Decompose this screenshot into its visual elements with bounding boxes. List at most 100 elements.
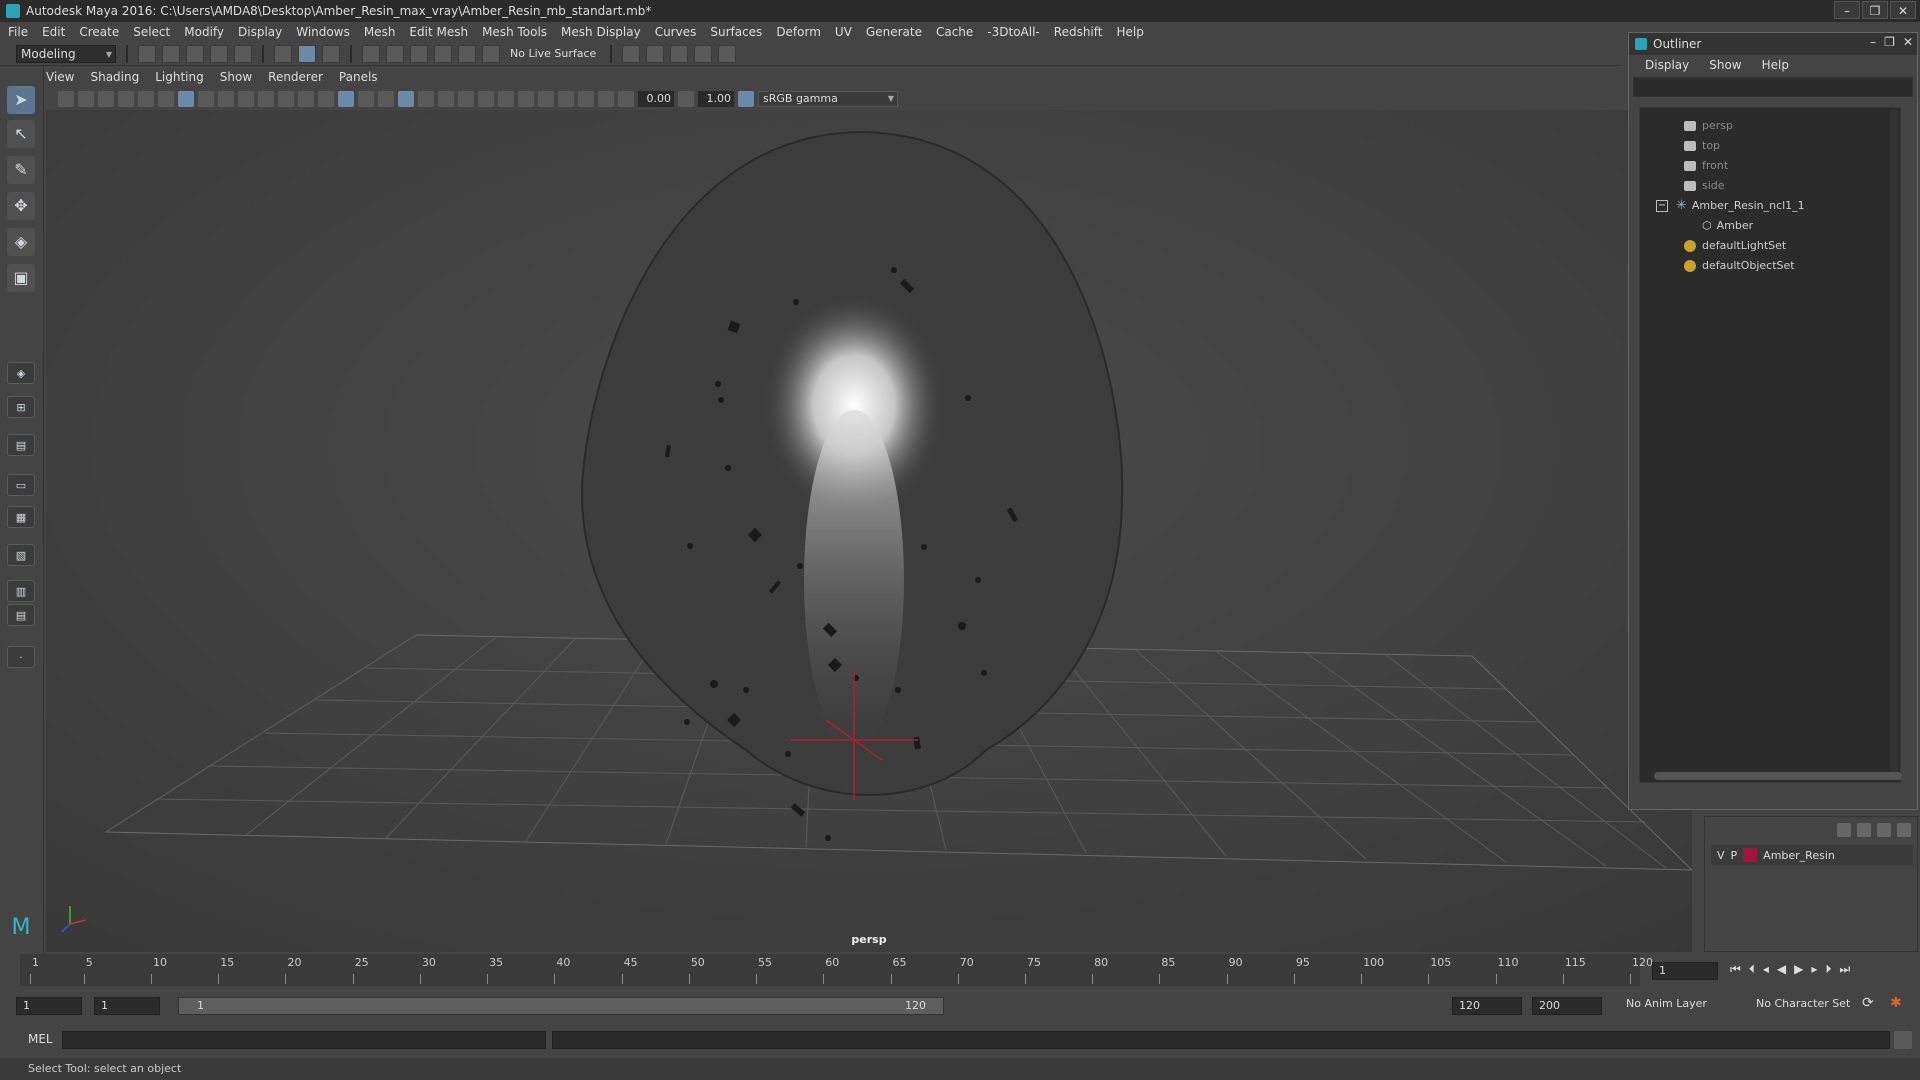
xray-icon[interactable] [558,91,574,107]
motion-blur-icon[interactable] [478,91,494,107]
menu-select[interactable]: Select [133,25,170,39]
menu-modify[interactable]: Modify [184,25,224,39]
outliner-horizontal-scrollbar[interactable] [1654,772,1902,780]
menu-file[interactable]: File [8,25,28,39]
outliner-item-top[interactable]: top [1684,136,1720,156]
render-settings-icon[interactable] [694,44,713,63]
outliner-title-bar[interactable]: Outliner – ❐ ✕ [1629,33,1917,55]
default-material-icon[interactable] [358,91,374,107]
current-frame-field[interactable]: 1 [1652,962,1718,980]
outliner-item-side[interactable]: side [1684,176,1725,196]
render-frame-icon[interactable] [646,44,665,63]
snap-view-plane-icon[interactable] [434,44,452,63]
menu-mesh-tools[interactable]: Mesh Tools [482,25,547,39]
menu-mesh[interactable]: Mesh [364,25,396,39]
panel-menu-panels[interactable]: Panels [339,70,378,88]
play-forward-icon[interactable]: ▶ [1794,962,1803,977]
use-lights-icon[interactable] [418,91,434,107]
ambient-occlusion-icon[interactable] [458,91,474,107]
layer-visibility-toggle[interactable]: V [1717,849,1725,862]
wireframe-icon[interactable] [318,91,334,107]
go-to-start-icon[interactable]: ⏮ [1730,962,1741,977]
outliner-item-default-object-set[interactable]: defaultObjectSet [1684,256,1795,276]
four-view-layout-icon[interactable]: ⊞ [7,396,35,418]
playback-end-field[interactable]: 120 [1452,997,1522,1015]
select-tool-icon[interactable]: ➤ [7,86,35,114]
safe-action-icon[interactable] [278,91,294,107]
image-plane-icon[interactable] [118,91,134,107]
animation-start-field[interactable]: 1 [16,997,82,1015]
bookmark-icon[interactable] [98,91,114,107]
outliner-item-front[interactable]: front [1684,156,1728,176]
snap-curve-icon[interactable] [386,44,404,63]
wireframe-on-shaded-icon[interactable] [378,91,394,107]
play-backward-icon[interactable]: ◀ [1777,962,1786,977]
collapse-toggle[interactable]: − [1656,200,1668,212]
move-layer-down-icon[interactable] [1857,823,1871,837]
gamma-icon[interactable] [678,91,694,107]
layer-row-amber-resin[interactable]: V P Amber_Resin [1711,845,1913,865]
outliner-menu-show[interactable]: Show [1709,58,1741,72]
menu-edit[interactable]: Edit [42,25,65,39]
close-button[interactable]: ✕ [1890,1,1916,19]
save-scene-icon[interactable] [186,44,204,63]
step-forward-key-icon[interactable]: ⏵ [1825,962,1831,977]
gamma-field[interactable]: 1.00 [698,91,734,107]
field-chart-icon[interactable] [258,91,274,107]
menu-3dtoall[interactable]: -3DtoAll- [987,25,1039,39]
range-slider[interactable]: 1 120 [178,997,944,1015]
animation-preferences-icon[interactable]: ✱ [1890,995,1902,1011]
step-back-key-icon[interactable]: ⏴ [1749,962,1755,977]
film-gate-icon[interactable] [198,91,214,107]
outliner-menu-help[interactable]: Help [1762,58,1789,72]
script-editor-icon[interactable] [1894,1031,1912,1049]
new-layer-selected-icon[interactable] [1897,823,1911,837]
time-slider[interactable]: 1 5 10 15 20 25 30 35 40 45 50 55 60 65 70 75 80 85 90 95 10… [20,954,1653,986]
menu-help[interactable]: Help [1116,25,1143,39]
redo-icon[interactable] [234,44,252,63]
panel-menu-lighting[interactable]: Lighting [155,70,204,88]
menu-redshift[interactable]: Redshift [1054,25,1103,39]
menu-display[interactable]: Display [238,25,282,39]
menu-windows[interactable]: Windows [296,25,350,39]
character-set-dropdown[interactable]: No Character Set [1756,997,1850,1010]
snap-live-icon[interactable] [482,44,500,63]
perspective-viewport[interactable]: persp [46,110,1692,952]
more-layouts-icon[interactable]: · [7,646,35,668]
command-language-label[interactable]: MEL [28,1032,53,1046]
panel-menu-renderer[interactable]: Renderer [268,70,323,88]
maximize-button[interactable]: ❐ [1862,1,1888,19]
hypershade-layout-icon[interactable]: ▦ [7,506,35,528]
single-view-layout-icon[interactable]: ◈ [7,362,35,384]
snap-surface-icon[interactable] [458,44,476,63]
anti-aliasing-icon[interactable] [498,91,514,107]
menu-curves[interactable]: Curves [655,25,697,39]
minimize-button[interactable]: – [1834,1,1860,19]
outliner-maximize-button[interactable]: ❐ [1884,35,1895,49]
persp-outliner-layout-icon[interactable]: ▤ [7,434,35,456]
outliner-vertical-scrollbar[interactable] [1890,110,1898,778]
outliner-filter-input[interactable] [1633,77,1913,97]
exposure-field[interactable]: 0.00 [638,91,674,107]
panel-menu-shading[interactable]: Shading [90,70,139,88]
lasso-tool-icon[interactable]: ↖ [7,120,35,148]
menu-uv[interactable]: UV [835,25,852,39]
animation-end-field[interactable]: 200 [1532,997,1602,1015]
go-to-end-icon[interactable]: ⏭ [1839,962,1850,977]
depth-of-field-icon[interactable] [518,91,534,107]
paint-select-icon[interactable]: ✎ [7,156,35,184]
step-back-frame-icon[interactable]: ◂ [1763,962,1769,977]
persp-graph-layout-icon[interactable]: ▭ [7,474,35,496]
exposure-icon[interactable] [618,91,634,107]
step-forward-frame-icon[interactable]: ▸ [1811,962,1817,977]
camera-attributes-icon[interactable] [78,91,94,107]
xray-active-icon[interactable] [578,91,594,107]
auto-key-icon[interactable]: ⟳ [1862,995,1874,1011]
menu-create[interactable]: Create [79,25,119,39]
select-component-icon[interactable] [322,44,340,63]
textured-icon[interactable] [398,91,414,107]
menu-generate[interactable]: Generate [866,25,922,39]
grid-toggle-icon[interactable] [178,91,194,107]
outliner-item-amber[interactable]: ⬡ Amber [1702,216,1753,236]
panel-menu-show[interactable]: Show [220,70,252,88]
